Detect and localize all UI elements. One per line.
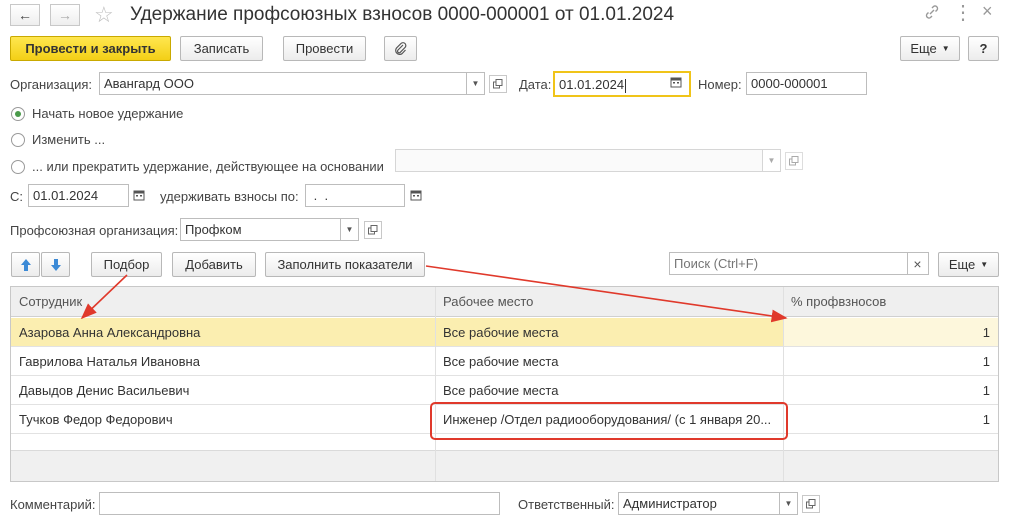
column-header-percent[interactable]: % профвзносов: [783, 287, 998, 317]
cell-percent[interactable]: 1: [783, 376, 998, 405]
radio-new-deduction-label: Начать новое удержание: [32, 106, 184, 121]
from-date-calendar-icon[interactable]: [130, 186, 148, 204]
radio-change[interactable]: [11, 133, 25, 147]
date-label: Дата:: [519, 77, 552, 92]
forward-button[interactable]: →: [50, 4, 80, 26]
post-button[interactable]: Провести: [283, 36, 366, 61]
column-divider: [435, 287, 436, 481]
responsible-dropdown-button[interactable]: ▼: [780, 492, 798, 515]
cell-workplace[interactable]: Инженер /Отдел радиооборудования/ (с 1 я…: [435, 405, 783, 434]
cell-employee[interactable]: Давыдов Денис Васильевич: [11, 376, 435, 405]
chevron-down-icon: ▼: [345, 225, 354, 234]
union-dropdown-button[interactable]: ▼: [341, 218, 359, 241]
chevron-down-icon: ▼: [941, 44, 950, 53]
employees-table[interactable]: Сотрудник Рабочее место % профвзносов Аз…: [10, 286, 999, 482]
add-button[interactable]: Добавить: [172, 252, 256, 277]
more-button-label: Еще: [910, 41, 937, 56]
until-date-label: удерживать взносы по:: [160, 189, 299, 204]
number-field[interactable]: 0000-000001: [746, 72, 867, 95]
basis-dropdown-button[interactable]: ▼: [763, 149, 781, 172]
cell-employee[interactable]: Азарова Анна Александровна: [11, 318, 435, 347]
radio-change-label: Изменить ...: [32, 132, 106, 147]
cell-employee[interactable]: Тучков Федор Федорович: [11, 405, 435, 434]
fill-indicators-button[interactable]: Заполнить показатели: [265, 252, 425, 277]
paperclip-icon: [394, 41, 406, 55]
radio-new-deduction[interactable]: [11, 107, 25, 121]
open-form-icon: [493, 79, 503, 89]
cell-workplace[interactable]: Все рабочие места: [435, 376, 783, 405]
attach-button[interactable]: [384, 36, 417, 61]
union-field[interactable]: Профком: [180, 218, 341, 241]
cell-percent[interactable]: 1: [783, 347, 998, 376]
comment-field[interactable]: [99, 492, 500, 515]
clear-icon: ×: [913, 255, 922, 272]
back-button[interactable]: ←: [10, 4, 40, 26]
cell-percent[interactable]: 1: [783, 318, 998, 347]
union-label: Профсоюзная организация:: [10, 223, 179, 238]
organization-open-button[interactable]: [489, 75, 507, 93]
cell-workplace[interactable]: Все рабочие места: [435, 318, 783, 347]
chevron-down-icon: ▼: [784, 499, 793, 508]
text-cursor: [625, 78, 627, 93]
comment-label: Комментарий:: [10, 497, 96, 512]
basis-document-field[interactable]: [395, 149, 763, 172]
organization-label: Организация:: [10, 77, 93, 92]
date-value: 01.01.2024: [559, 77, 625, 92]
column-header-employee[interactable]: Сотрудник: [11, 287, 435, 317]
responsible-open-button[interactable]: [802, 495, 820, 513]
open-form-icon: [789, 156, 799, 166]
move-up-button[interactable]: [11, 252, 40, 277]
radio-selected-dot: [15, 111, 21, 117]
until-date-calendar-icon[interactable]: [407, 186, 425, 204]
more-button[interactable]: Еще ▼: [900, 36, 960, 61]
more-dots-icon[interactable]: ⋮: [953, 0, 973, 25]
organization-dropdown-button[interactable]: ▼: [467, 72, 485, 95]
arrow-down-icon: [50, 258, 61, 271]
from-date-label: С:: [10, 189, 23, 204]
save-button[interactable]: Записать: [180, 36, 263, 61]
radio-stop-label: ... или прекратить удержание, действующе…: [32, 159, 384, 174]
radio-stop[interactable]: [11, 160, 25, 174]
help-button[interactable]: ?: [968, 36, 999, 61]
cell-employee[interactable]: Гаврилова Наталья Ивановна: [11, 347, 435, 376]
close-icon[interactable]: ×: [982, 1, 993, 22]
table-more-button[interactable]: Еще ▼: [938, 252, 999, 277]
favorite-star-icon[interactable]: ☆: [94, 2, 114, 28]
table-more-label: Еще: [948, 257, 976, 272]
until-date-field[interactable]: . .: [305, 184, 405, 207]
cell-workplace[interactable]: Все рабочие места: [435, 347, 783, 376]
chevron-down-icon: ▼: [471, 79, 480, 88]
link-icon[interactable]: [924, 4, 940, 23]
open-form-icon: [806, 499, 816, 509]
post-and-close-button[interactable]: Провести и закрыть: [10, 36, 171, 61]
arrow-left-icon: ←: [18, 7, 32, 23]
basis-open-button[interactable]: [785, 152, 803, 170]
clear-search-button[interactable]: ×: [907, 252, 929, 275]
move-down-button[interactable]: [41, 252, 70, 277]
column-header-workplace[interactable]: Рабочее место: [435, 287, 783, 317]
open-form-icon: [368, 225, 378, 235]
organization-field[interactable]: Авангард ООО: [99, 72, 467, 95]
chevron-down-icon: ▼: [767, 156, 776, 165]
arrow-right-icon: →: [58, 7, 72, 23]
column-divider: [783, 287, 784, 481]
table-footer-band: [11, 450, 998, 481]
arrow-up-icon: [20, 258, 31, 271]
number-label: Номер:: [698, 77, 742, 92]
pick-button[interactable]: Подбор: [91, 252, 162, 277]
chevron-down-icon: ▼: [980, 260, 989, 269]
responsible-label: Ответственный:: [518, 497, 615, 512]
window-title: Удержание профсоюзных взносов 0000-00000…: [130, 4, 675, 25]
responsible-field[interactable]: Администратор: [618, 492, 780, 515]
search-input[interactable]: [669, 252, 908, 275]
cell-percent[interactable]: 1: [783, 405, 998, 434]
calendar-icon[interactable]: [670, 76, 682, 91]
union-open-button[interactable]: [364, 221, 382, 239]
from-date-field[interactable]: 01.01.2024: [28, 184, 129, 207]
